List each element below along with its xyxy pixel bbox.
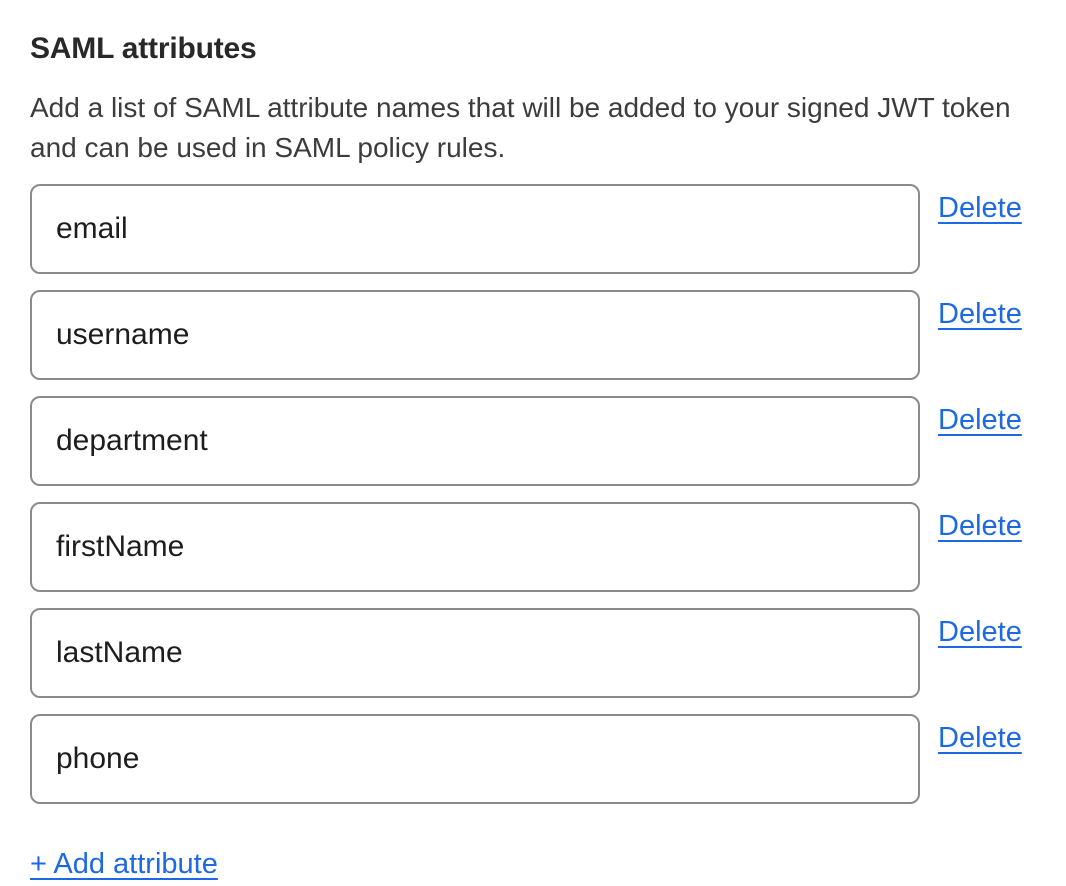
section-description: Add a list of SAML attribute names that … — [30, 88, 1030, 168]
delete-link[interactable]: Delete — [938, 510, 1022, 543]
attribute-row: Delete — [30, 184, 1066, 274]
attribute-row: Delete — [30, 714, 1066, 804]
attribute-name-input[interactable] — [30, 608, 920, 698]
attribute-row: Delete — [30, 502, 1066, 592]
attribute-row: Delete — [30, 608, 1066, 698]
delete-link[interactable]: Delete — [938, 298, 1022, 331]
saml-attributes-page: { "section": { "title": "SAML attributes… — [0, 0, 1066, 886]
delete-link[interactable]: Delete — [938, 722, 1022, 755]
attribute-row: Delete — [30, 396, 1066, 486]
add-attribute-link[interactable]: + Add attribute — [30, 848, 218, 881]
attribute-name-input[interactable] — [30, 290, 920, 380]
attribute-row: Delete — [30, 290, 1066, 380]
delete-link[interactable]: Delete — [938, 404, 1022, 437]
delete-link[interactable]: Delete — [938, 192, 1022, 225]
delete-link[interactable]: Delete — [938, 616, 1022, 649]
attribute-name-input[interactable] — [30, 714, 920, 804]
attribute-name-input[interactable] — [30, 502, 920, 592]
saml-attributes-section: SAML attributes Add a list of SAML attri… — [0, 0, 1066, 881]
section-title: SAML attributes — [30, 30, 1066, 68]
attribute-name-input[interactable] — [30, 184, 920, 274]
attribute-name-input[interactable] — [30, 396, 920, 486]
